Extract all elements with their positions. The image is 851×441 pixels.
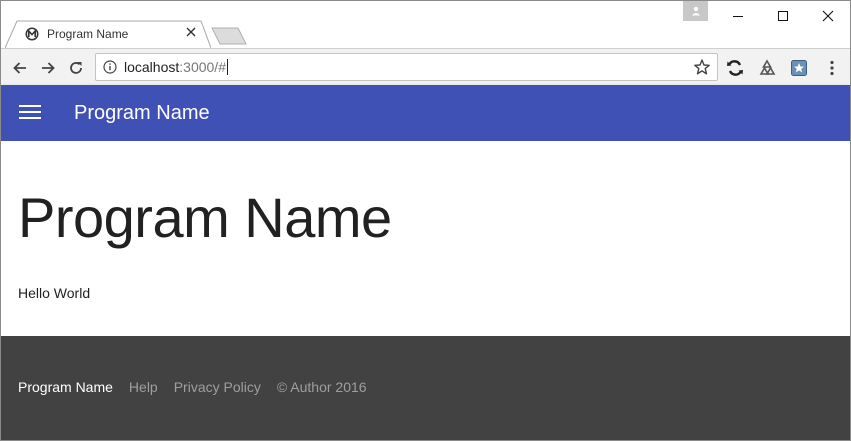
minimize-icon xyxy=(733,16,743,17)
bookmark-star-icon[interactable] xyxy=(693,58,711,76)
footer-links: Program Name Help Privacy Policy © Autho… xyxy=(18,379,367,395)
reload-icon xyxy=(70,62,82,74)
browser-menu-button[interactable] xyxy=(821,57,843,79)
close-window-button[interactable] xyxy=(806,1,850,31)
info-icon[interactable] xyxy=(103,60,117,74)
browser-tab[interactable]: Program Name xyxy=(5,20,211,48)
bookmark-extension-button[interactable] xyxy=(788,57,810,79)
menu-icon[interactable] xyxy=(19,105,41,121)
sync-icon xyxy=(727,60,743,76)
app-header: Program Name xyxy=(1,85,850,141)
m-logo-icon xyxy=(25,27,39,41)
forward-button[interactable] xyxy=(38,58,58,78)
tab-close-icon[interactable] xyxy=(183,24,199,40)
arrow-right-icon xyxy=(42,62,55,74)
browser-window: Program Name localhost:3000/# Program Na… xyxy=(0,0,851,441)
footer-link-help[interactable]: Help xyxy=(129,379,158,395)
maximize-icon xyxy=(778,11,788,21)
more-vert-icon xyxy=(830,60,834,76)
app-title: Program Name xyxy=(74,102,210,124)
new-tab-button[interactable] xyxy=(211,27,247,45)
footer-copyright: © Author 2016 xyxy=(276,379,367,395)
person-icon xyxy=(691,6,700,16)
text-caret xyxy=(226,59,228,75)
browser-toolbar: localhost:3000/# xyxy=(1,48,850,87)
address-bar[interactable]: localhost:3000/# xyxy=(95,53,718,81)
app-footer: Program Name Help Privacy Policy © Autho… xyxy=(1,336,850,440)
address-path: :3000/# xyxy=(179,59,226,75)
star-box-icon xyxy=(791,60,807,76)
main-content: Program Name Hello World xyxy=(1,141,850,337)
back-button[interactable] xyxy=(10,58,30,78)
arrow-left-icon xyxy=(13,62,26,74)
title-bar: Program Name xyxy=(1,1,850,48)
recycle-icon xyxy=(759,59,776,75)
page-title: Program Name xyxy=(18,186,392,249)
close-icon xyxy=(822,10,834,22)
maximize-button[interactable] xyxy=(761,1,805,31)
footer-brand: Program Name xyxy=(18,379,113,395)
address-host: localhost xyxy=(124,59,180,75)
address-text[interactable]: localhost:3000/# xyxy=(124,59,228,75)
minimize-button[interactable] xyxy=(716,1,760,31)
page-body-text: Hello World xyxy=(18,285,91,301)
sync-extension-button[interactable] xyxy=(724,57,746,79)
footer-link-privacy-policy[interactable]: Privacy Policy xyxy=(174,379,261,395)
reload-button[interactable] xyxy=(66,58,86,78)
profile-button[interactable] xyxy=(683,1,708,21)
recycle-extension-button[interactable] xyxy=(756,57,778,79)
tab-title: Program Name xyxy=(47,27,129,41)
